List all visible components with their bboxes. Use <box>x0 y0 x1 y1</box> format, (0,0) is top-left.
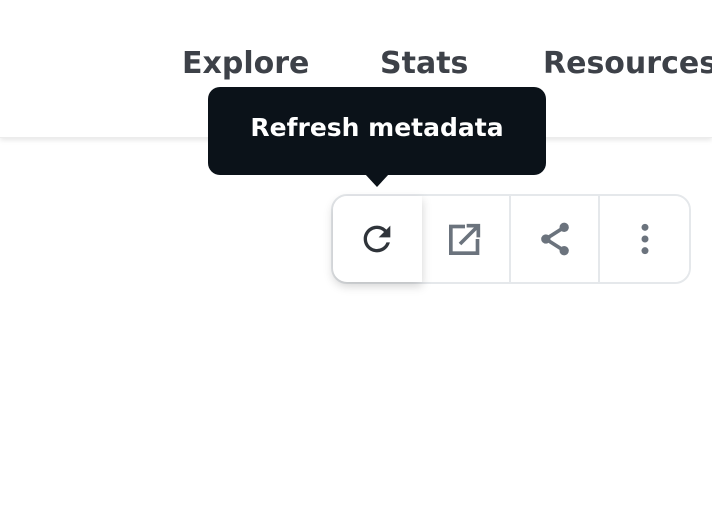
more-options-button[interactable] <box>600 196 689 282</box>
open-external-button[interactable] <box>421 196 511 282</box>
share-icon <box>535 219 575 259</box>
tooltip-arrow <box>365 174 389 187</box>
refresh-metadata-button[interactable] <box>333 196 422 282</box>
tooltip: Refresh metadata <box>208 87 546 175</box>
open-external-icon <box>445 219 485 259</box>
share-button[interactable] <box>511 196 601 282</box>
nav-link-stats[interactable]: Stats <box>380 44 468 84</box>
nav-link-resources[interactable]: Resources <box>543 44 712 84</box>
nav-link-explore[interactable]: Explore <box>182 44 309 84</box>
more-vertical-icon <box>625 219 665 259</box>
item-action-toolbar <box>331 194 691 284</box>
refresh-icon <box>357 219 397 259</box>
tooltip-text: Refresh metadata <box>250 112 504 142</box>
